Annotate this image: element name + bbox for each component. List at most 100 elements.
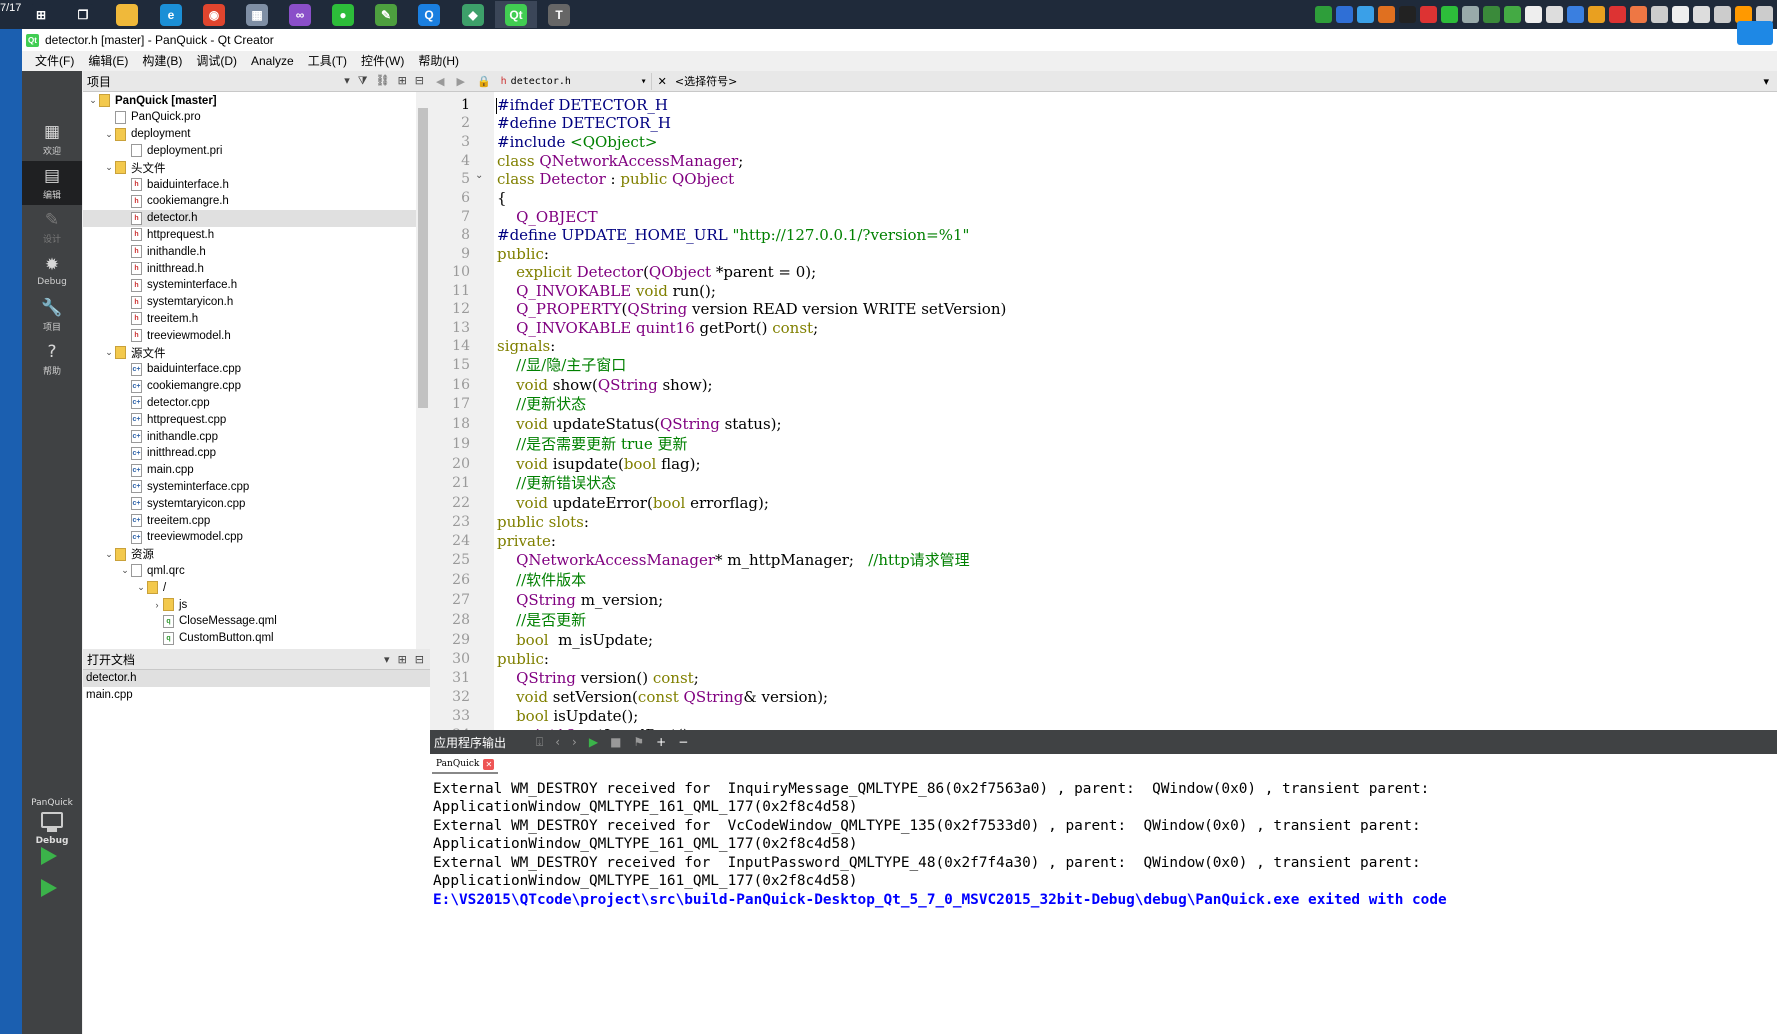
wechat-icon[interactable]: ● [322,1,364,28]
tree-item[interactable]: h detector.h [83,209,416,227]
cloud-sync-icon[interactable] [1737,21,1773,45]
tray-app-icon[interactable] [1651,6,1668,23]
tree-item[interactable]: deployment.pri [83,142,416,159]
run-button[interactable] [41,847,57,865]
edge-icon[interactable]: e [150,1,192,28]
attach-debugger-icon[interactable]: ⚑ [633,735,644,750]
tree-item[interactable]: PanQuick.pro [83,109,416,126]
tree-item[interactable]: q CustomButton.qml [83,630,416,647]
tray-app-icon[interactable] [1714,6,1731,23]
menu-item[interactable]: 帮助(H) [411,51,466,71]
code-line[interactable]: Q_OBJECT [497,208,598,227]
mode-design[interactable]: ✎ 设计 [22,205,82,249]
code-line[interactable]: bool isUpdate(); [497,707,638,726]
git-icon[interactable]: ◆ [452,1,494,28]
tree-scrollbar[interactable] [416,92,430,649]
tree-item[interactable]: h baiduinterface.h [83,176,416,193]
tree-item[interactable]: ⌄ qml.qrc [83,562,416,579]
tray-app-icon[interactable] [1483,6,1500,23]
code-line[interactable]: #define DETECTOR_H [497,114,671,133]
expand-arrow-icon[interactable]: ⌄ [135,582,147,593]
tree-item[interactable]: h systemtaryicon.h [83,294,416,311]
tree-item[interactable]: c+ baiduinterface.cpp [83,361,416,378]
code-line[interactable]: { [497,189,507,208]
menu-item[interactable]: 构建(B) [135,51,189,71]
code-line[interactable]: //是否需要更新 true 更新 [497,435,687,454]
symbol-selector[interactable]: <选择符号> [675,73,737,89]
zoom-in-icon[interactable]: + [656,735,666,750]
mode-debug[interactable]: ✹ Debug [22,249,82,293]
menu-item[interactable]: 控件(W) [354,51,411,71]
tree-item[interactable]: ⌄ 资源 [83,546,416,563]
menu-item[interactable]: 工具(T) [301,51,354,71]
code-line[interactable]: void updateError(bool errorflag); [497,494,769,513]
code-line[interactable]: QString version() const; [497,669,699,688]
tree-item[interactable]: c+ inithandle.cpp [83,428,416,445]
mode-edit[interactable]: ▤ 编辑 [22,161,82,205]
menu-item[interactable]: 调试(D) [189,51,244,71]
notepad-icon[interactable]: ✎ [365,1,407,28]
code-line[interactable]: class Detector : public QObject [497,170,734,189]
code-line[interactable]: //显/隐/主子窗口 [497,356,626,375]
tree-item[interactable]: c+ cookiemangre.cpp [83,378,416,395]
code-line[interactable]: public: [497,650,549,669]
tree-item[interactable]: › js [83,596,416,613]
code-line[interactable]: QString m_version; [497,591,663,610]
tray-app-icon[interactable] [1420,6,1437,23]
mode-welcome[interactable]: ▦ 欢迎 [22,117,82,161]
forward-arrow-icon[interactable]: ▶ [456,75,464,88]
tree-item[interactable]: h treeitem.h [83,310,416,327]
expand-arrow-icon[interactable]: ⌄ [103,549,115,560]
task-view-icon[interactable]: ❐ [62,1,104,28]
tree-item[interactable]: h initthread.h [83,260,416,277]
tree-item[interactable]: c+ systemtaryicon.cpp [83,495,416,512]
code-line[interactable]: Q_INVOKABLE void run(); [497,282,716,301]
attach-icon[interactable]: ⍗ [536,735,543,750]
tray-app-icon[interactable] [1315,6,1332,23]
code-line[interactable]: explicit Detector(QObject *parent = 0); [497,263,816,282]
link-icon[interactable]: ⛓ [376,74,390,88]
file-explorer-icon[interactable] [106,1,148,28]
tray-app-icon[interactable] [1441,6,1458,23]
back-arrow-icon[interactable]: ◀ [436,75,444,88]
tray-app-icon[interactable] [1525,6,1542,23]
app-icon[interactable]: ▦ [236,1,278,28]
tray-app-icon[interactable] [1609,6,1626,23]
dropdown-icon[interactable]: ▾ [344,74,350,88]
menu-item[interactable]: 文件(F) [28,51,81,71]
code-line[interactable]: //更新状态 [497,395,586,414]
tray-app-icon[interactable] [1336,6,1353,23]
expand-arrow-icon[interactable]: ⌄ [87,95,99,106]
tree-item[interactable]: h inithandle.h [83,243,416,260]
code-line[interactable]: public slots: [497,513,589,532]
tree-item[interactable]: ⌄ 源文件 [83,344,416,361]
expand-arrow-icon[interactable]: ⌄ [103,347,115,358]
prev-icon[interactable]: ‹ [555,735,560,750]
code-line[interactable]: void isupdate(bool flag); [497,455,700,474]
close-panel-icon[interactable]: ⊟ [415,653,424,666]
kit-selector[interactable]: PanQuick Debug [22,798,82,846]
browser-q-icon[interactable]: Q [408,1,450,28]
tree-item[interactable]: h systeminterface.h [83,277,416,294]
fold-marker-icon[interactable]: ⌄ [475,170,483,181]
mode-projects[interactable]: 🔧 项目 [22,293,82,337]
code-line[interactable]: signals: [497,337,555,356]
tray-app-icon[interactable] [1693,6,1710,23]
taskbar-clock[interactable]: 7/17 [0,2,21,14]
application-output[interactable]: External WM_DESTROY received for Inquiry… [430,776,1777,1034]
chrome-icon[interactable]: ◉ [193,1,235,28]
tree-item[interactable]: h httprequest.h [83,226,416,243]
tree-item[interactable]: c+ treeitem.cpp [83,512,416,529]
menu-item[interactable]: Analyze [244,51,301,71]
tray-app-icon[interactable] [1378,6,1395,23]
tree-item[interactable]: ⌄ / [83,579,416,596]
tray-app-icon[interactable] [1630,6,1647,23]
code-line[interactable]: #define UPDATE_HOME_URL "http://127.0.0.… [497,226,969,245]
tray-app-icon[interactable] [1588,6,1605,23]
code-line[interactable]: bool m_isUpdate; [497,631,653,650]
code-line[interactable]: //是否更新 [497,611,586,630]
tree-item[interactable]: ⌄ deployment [83,126,416,143]
code-line[interactable]: //软件版本 [497,571,586,590]
code-line[interactable]: public: [497,245,549,264]
tree-item[interactable]: c+ systeminterface.cpp [83,478,416,495]
